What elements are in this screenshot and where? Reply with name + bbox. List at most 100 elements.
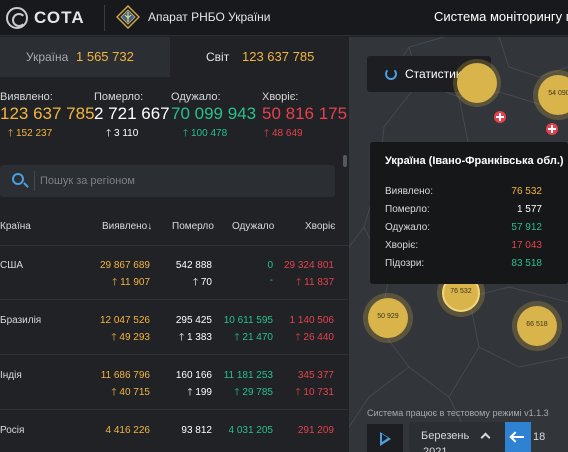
- total-sick-delta: 🡑 48 649: [264, 128, 303, 139]
- cota-logo-icon[interactable]: [6, 7, 28, 29]
- arrow-up-icon: 🡑: [112, 277, 121, 288]
- country-name: Росія: [0, 425, 25, 436]
- back-button[interactable]: [505, 422, 531, 452]
- tooltip-row-label: Померло:: [385, 204, 430, 215]
- play-button[interactable]: [367, 424, 403, 452]
- cell-recovered: 11 181 253: [223, 370, 273, 381]
- test-mode-notice: Система працює в тестовому режимі v1.1.3: [367, 408, 549, 418]
- tooltip-row: Померло: 1 577: [385, 204, 555, 218]
- total-recovered-value: 70 099 943: [171, 104, 257, 123]
- total-recovered-delta: 🡑 100 478: [183, 128, 228, 139]
- total-recovered-label: Одужало:: [171, 91, 221, 103]
- logo-text[interactable]: СОТА: [34, 8, 85, 28]
- tooltip-title: Україна (Івано-Франківська обл.): [385, 155, 564, 167]
- col-country[interactable]: Країна: [0, 221, 31, 232]
- total-recovered: Одужало: 70 099 943 🡑 100 478: [171, 91, 256, 143]
- cell-sick-delta: 🡑 11 837: [296, 277, 334, 288]
- top-header: СОТА Апарат РНБО України Система монітор…: [0, 0, 568, 36]
- cell-recovered: 10 611 595: [223, 315, 273, 326]
- total-died: Померло: 2 721 667 🡑 3 110: [94, 91, 170, 143]
- total-sick-label: Хворіє:: [262, 91, 299, 103]
- month-selector[interactable]: Березень 2021: [409, 422, 505, 452]
- system-title: Система моніторингу п: [434, 9, 568, 24]
- region-bubble[interactable]: 50 929: [368, 298, 408, 338]
- hospital-marker-icon[interactable]: [546, 123, 558, 135]
- table-row[interactable]: Бразилія 12 047 526 🡑 49 293 295 425 🡑 1 383…: [0, 301, 348, 355]
- country-name: США: [0, 260, 24, 271]
- pie-chart-icon: [385, 68, 397, 80]
- cell-recovered-delta: 🡑 29 785: [234, 387, 273, 398]
- cell-recovered-delta: -: [269, 275, 273, 286]
- cell-recovered: 4 031 205: [228, 425, 274, 436]
- cell-detected: 29 867 689: [99, 260, 150, 271]
- cell-sick: 29 324 801: [283, 260, 334, 271]
- table-row[interactable]: Індія 11 686 796 🡑 40 715 160 166 🡑 199 11 18…: [0, 356, 348, 410]
- tooltip-row: Одужало: 57 912: [385, 222, 555, 236]
- tooltip-row-value: 76 532: [511, 186, 542, 197]
- tab-ukraine-value: 1 565 732: [76, 49, 134, 64]
- chevron-up-icon: [480, 432, 491, 443]
- cell-sick: 1 140 506: [289, 315, 335, 326]
- region-search: [0, 165, 335, 197]
- arrow-left-icon: [512, 436, 524, 438]
- col-recovered[interactable]: Одужало: [232, 221, 274, 232]
- cell-died: 93 812: [181, 425, 212, 436]
- hospital-marker-icon[interactable]: [494, 111, 506, 123]
- arrow-up-icon: 🡑: [8, 128, 16, 139]
- tab-ukraine[interactable]: Україна 1 565 732: [0, 37, 170, 77]
- total-detected-value: 123 637 785: [0, 104, 95, 123]
- table-row[interactable]: Росія 4 416 226 93 812 4 031 205 291 209: [0, 411, 348, 452]
- arrow-up-icon: 🡑: [106, 128, 114, 139]
- cell-died: 295 425: [175, 315, 212, 326]
- tooltip-row-label: Одужало:: [385, 222, 431, 233]
- col-detected[interactable]: Виявлено↓: [102, 221, 152, 232]
- cell-sick-delta: 🡑 10 731: [295, 387, 334, 398]
- total-detected-delta: 🡑 152 237: [8, 128, 53, 139]
- region-bubble[interactable]: 66 518: [517, 306, 557, 346]
- cell-detected: 12 047 526: [99, 315, 150, 326]
- cell-died-delta: 🡑 199: [187, 387, 212, 398]
- cell-sick: 345 377: [297, 370, 334, 381]
- search-input[interactable]: [40, 170, 320, 192]
- world-totals: Виявлено: 123 637 785 🡑 152 237 Померло:…: [0, 91, 348, 139]
- day-label: 18: [533, 431, 546, 443]
- arrow-up-icon: 🡑: [296, 277, 305, 288]
- country-name: Індія: [0, 370, 22, 381]
- tooltip-row-label: Підозри:: [385, 258, 425, 269]
- sort-desc-icon[interactable]: ↓: [147, 221, 152, 232]
- cell-recovered: 0: [267, 260, 273, 271]
- total-died-value: 2 721 667: [94, 104, 170, 123]
- org-name: Апарат РНБО України: [148, 10, 271, 24]
- month-label: Березень: [421, 430, 470, 442]
- region-tooltip: Україна (Івано-Франківська обл.) Виявлен…: [370, 142, 568, 284]
- arrow-up-icon: 🡑: [178, 332, 187, 343]
- tab-world-value: 123 637 785: [242, 49, 315, 64]
- search-icon[interactable]: [12, 173, 24, 185]
- cell-sick: 291 209: [297, 425, 334, 436]
- tab-world[interactable]: Світ 123 637 785: [170, 37, 348, 77]
- total-detected: Виявлено: 123 637 785 🡑 152 237: [0, 91, 95, 143]
- tooltip-row-value: 17 043: [511, 240, 542, 251]
- cell-detected: 4 416 226: [105, 425, 151, 436]
- tooltip-row-label: Виявлено:: [385, 186, 434, 197]
- col-died[interactable]: Померло: [172, 221, 214, 232]
- region-bubble[interactable]: [457, 63, 497, 103]
- total-sick-value: 50 816 175: [262, 104, 348, 123]
- cell-detected-delta: 🡑 40 715: [111, 387, 150, 398]
- col-sick[interactable]: Хворіє: [305, 221, 335, 232]
- region-tabs: Україна 1 565 732 Світ 123 637 785: [0, 37, 348, 77]
- country-name: Бразилія: [0, 315, 42, 326]
- total-sick: Хворіє: 50 816 175 🡑 48 649: [262, 91, 347, 143]
- table-row[interactable]: США 29 867 689 🡑 11 907 542 888 🡑 70 0 -29 324…: [0, 246, 348, 300]
- year-label: 2021: [423, 446, 448, 452]
- cell-recovered-delta: 🡑 21 470: [234, 332, 273, 343]
- cell-detected: 11 686 796: [100, 370, 150, 381]
- arrow-up-icon: 🡑: [264, 128, 272, 139]
- scrollbar-thumb[interactable]: [343, 155, 347, 167]
- cell-died: 160 166: [175, 370, 212, 381]
- total-died-label: Померло:: [94, 91, 144, 103]
- rnbo-emblem-icon: [116, 5, 140, 29]
- arrow-up-icon: 🡑: [192, 277, 201, 288]
- tooltip-row-value: 1 577: [516, 204, 542, 215]
- tab-world-label: Світ: [206, 50, 230, 64]
